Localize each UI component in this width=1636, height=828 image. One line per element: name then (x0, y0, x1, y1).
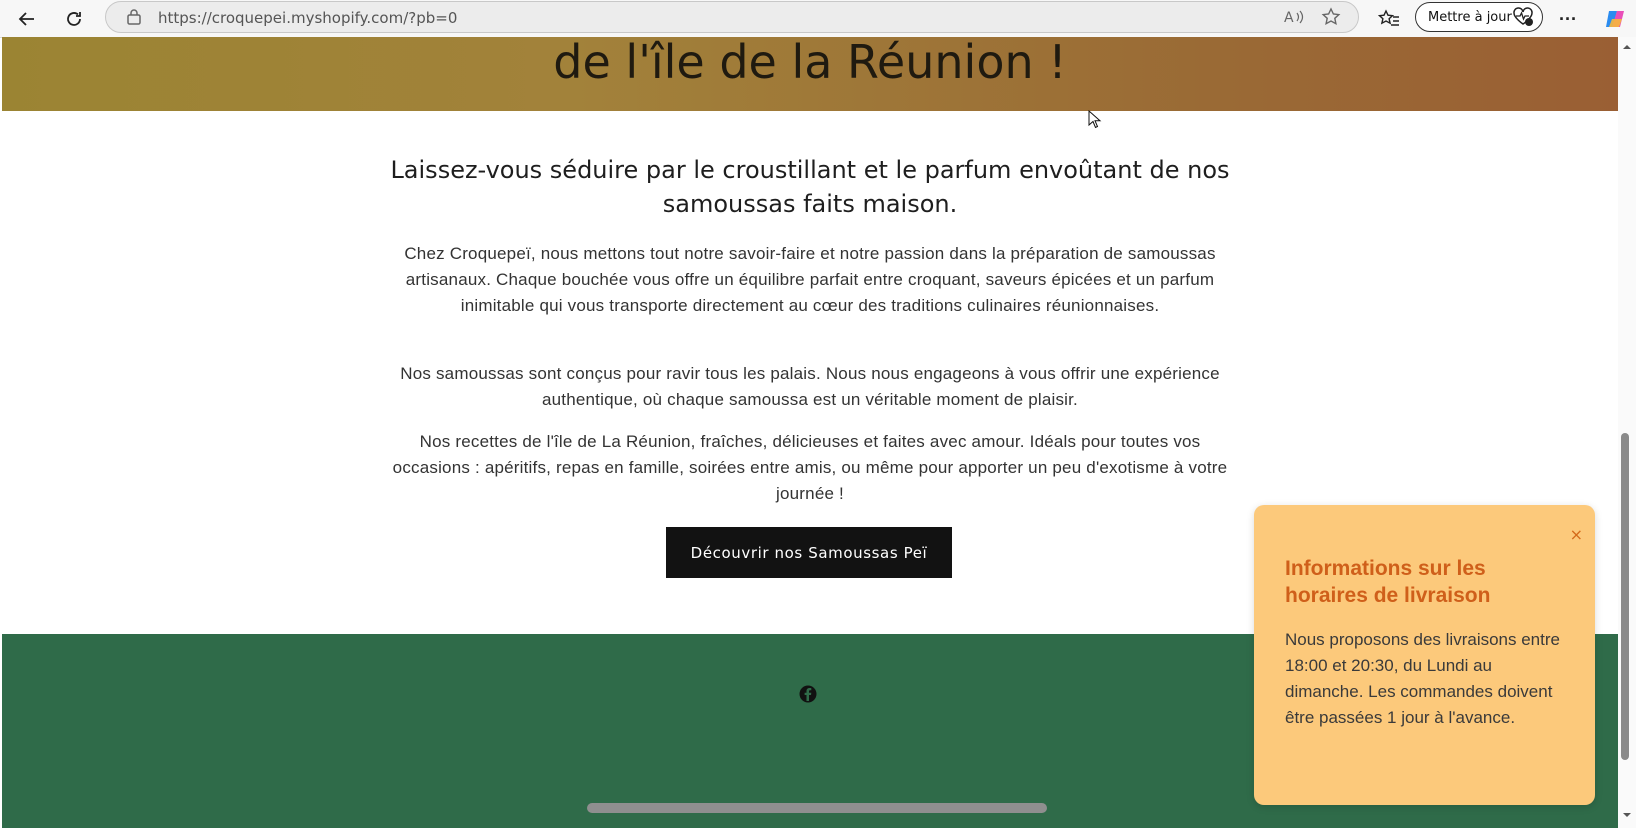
scroll-up-arrow-icon[interactable] (1618, 41, 1636, 53)
paragraph-2: Nos samoussas sont conçus pour ravir tou… (400, 364, 1220, 409)
paragraph-3: Nos recettes de l'île de La Réunion, fra… (392, 432, 1228, 503)
site-info-icon[interactable] (126, 8, 142, 26)
browser-toolbar: https://croquepei.myshopify.com/?pb=0 A … (0, 0, 1636, 38)
discover-samoussas-button[interactable]: Découvrir nos Samoussas Peï (666, 527, 952, 578)
read-aloud-icon[interactable]: A (1283, 7, 1305, 27)
address-bar[interactable]: https://croquepei.myshopify.com/?pb=0 A (105, 1, 1359, 33)
update-button[interactable]: Mettre à jour (1415, 2, 1543, 32)
back-arrow-icon (18, 12, 34, 26)
paragraph-1: Chez Croquepeï, nous mettons tout notre … (404, 244, 1216, 315)
favorites-button[interactable] (1374, 4, 1404, 34)
more-options-button[interactable]: ··· (1553, 4, 1583, 34)
delivery-info-popup: × Informations sur les horaires de livra… (1254, 505, 1595, 805)
popup-title: Informations sur les horaires de livrais… (1285, 557, 1491, 607)
horizontal-scrollbar[interactable] (587, 803, 1047, 813)
hero-banner: de l'île de la Réunion ! (2, 37, 1618, 111)
hero-title: de l'île de la Réunion ! (553, 37, 1067, 89)
copilot-button[interactable] (1600, 4, 1630, 34)
section-headline: Laissez-vous séduire par le croustillant… (390, 156, 1230, 218)
scroll-down-arrow-icon[interactable] (1618, 809, 1636, 821)
more-options-label: ··· (1559, 8, 1577, 29)
update-button-label: Mettre à jour (1428, 9, 1512, 25)
svg-text:A: A (1284, 10, 1294, 26)
refresh-button[interactable] (59, 4, 89, 34)
url-text: https://croquepei.myshopify.com/?pb=0 (158, 9, 458, 27)
copilot-icon (1606, 11, 1624, 27)
popup-body: Nous proposons des livraisons entre 18:0… (1285, 630, 1560, 727)
back-button[interactable] (12, 4, 42, 34)
favorites-list-icon (1378, 9, 1399, 26)
favorite-star-icon[interactable] (1321, 7, 1341, 27)
facebook-icon[interactable] (799, 685, 817, 703)
popup-close-button[interactable]: × (1570, 525, 1583, 544)
vertical-scrollbar-thumb[interactable] (1621, 433, 1629, 760)
heartbeat-icon (1513, 7, 1533, 26)
mouse-cursor-icon (1088, 110, 1102, 129)
refresh-icon (67, 12, 81, 26)
